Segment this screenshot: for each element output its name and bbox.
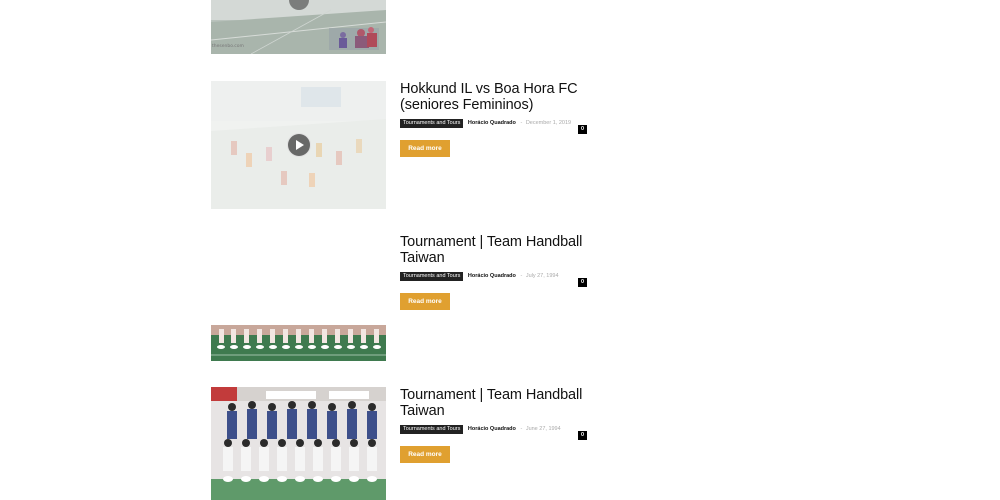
post-meta: Tournaments and Tours Horácio Quadrado -… xyxy=(400,272,600,290)
post-info: Tournament | Team Handball Taiwan Tourna… xyxy=(400,387,600,463)
post-item: Hokkund IL vs Boa Hora FC (seniores Femi… xyxy=(211,81,601,209)
team-photo-image xyxy=(211,325,386,361)
post-author[interactable]: Horácio Quadrado xyxy=(468,272,516,281)
post-thumbnail[interactable] xyxy=(211,81,386,209)
post-date: June 27, 1994 xyxy=(525,426,561,432)
post-thumbnail[interactable] xyxy=(211,325,386,361)
post-title[interactable]: Hokkund IL vs Boa Hora FC (seniores Femi… xyxy=(400,81,600,113)
category-badge[interactable]: Tournaments and Tours xyxy=(400,425,464,434)
play-icon[interactable] xyxy=(287,133,311,157)
post-info: Hokkund IL vs Boa Hora FC (seniores Femi… xyxy=(400,81,600,157)
post-thumbnail[interactable]: thesenbo.com xyxy=(211,0,386,54)
post-author[interactable]: Horácio Quadrado xyxy=(468,119,516,128)
comment-count[interactable]: 0 xyxy=(578,278,587,287)
post-author[interactable]: Horácio Quadrado xyxy=(468,425,516,434)
meta-separator: - xyxy=(520,426,523,432)
read-more-button[interactable]: Read more xyxy=(400,446,450,463)
read-more-button[interactable]: Read more xyxy=(400,293,450,310)
thumbnail-watermark: thesenbo.com xyxy=(212,44,244,49)
read-more-button[interactable]: Read more xyxy=(400,140,450,157)
post-item: thesenbo.com xyxy=(211,0,601,54)
post-list: thesenbo.com Hokkund IL vs Boa Hora FC (… xyxy=(0,0,1000,500)
team-photo-image xyxy=(211,387,386,500)
post-title[interactable]: Tournament | Team Handball Taiwan xyxy=(400,387,600,419)
comment-count[interactable]: 0 xyxy=(578,431,587,440)
meta-separator: - xyxy=(520,120,523,126)
post-title[interactable]: Tournament | Team Handball Taiwan xyxy=(400,234,600,266)
post-item: Tournament | Team Handball Taiwan Tourna… xyxy=(211,387,601,500)
category-badge[interactable]: Tournaments and Tours xyxy=(400,272,464,281)
meta-separator: - xyxy=(520,273,523,279)
post-info: Tournament | Team Handball Taiwan Tourna… xyxy=(400,234,600,310)
post-date: July 27, 1994 xyxy=(525,273,559,279)
post-meta: Tournaments and Tours Horácio Quadrado -… xyxy=(400,425,600,443)
post-date: December 1, 2019 xyxy=(525,120,572,126)
post-thumbnail[interactable] xyxy=(211,387,386,500)
comment-count[interactable]: 0 xyxy=(578,125,587,134)
post-meta: Tournaments and Tours Horácio Quadrado -… xyxy=(400,119,600,137)
category-badge[interactable]: Tournaments and Tours xyxy=(400,119,464,128)
post-item: Tournament | Team Handball Taiwan Tourna… xyxy=(211,234,601,362)
